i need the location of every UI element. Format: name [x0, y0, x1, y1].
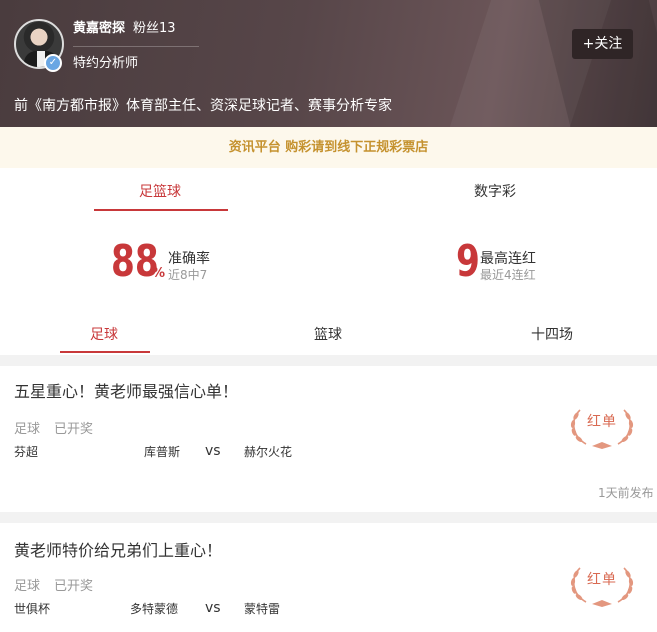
card-sport: 足球: [14, 422, 41, 437]
tab-digital-lottery[interactable]: 数字彩: [474, 181, 516, 201]
home-team: 库普斯: [144, 445, 181, 459]
active-sport-indicator: [60, 351, 150, 353]
vs-label: vs: [205, 443, 221, 459]
analyst-role: 特约分析师: [73, 56, 139, 71]
card-title[interactable]: 五星重心！黄老师最强信心单！: [14, 378, 238, 402]
match-league: 世俱杯: [14, 602, 51, 616]
red-order-badge: 红单: [587, 572, 617, 588]
notice-banner: 资讯平台 购彩请到线下正规彩票店: [0, 127, 657, 168]
streak-label: 最高连红: [480, 251, 536, 267]
away-team: 赫尔火花: [244, 445, 293, 459]
section-gap: [0, 512, 657, 523]
active-tab-indicator: [94, 209, 228, 211]
red-order-badge: 红单: [587, 414, 617, 430]
analyst-name: 黄嘉密探: [73, 21, 126, 36]
verified-badge-icon: ✓: [44, 54, 62, 72]
analyst-intro: 前《南方都市报》体育部主任、资深足球记者、赛事分析专家: [14, 98, 392, 114]
card-sport: 足球: [14, 579, 41, 594]
publish-time: 1天前发布: [598, 486, 654, 500]
accuracy-sub: 近8中7: [168, 268, 208, 282]
vs-label: vs: [205, 600, 221, 616]
profile-header: ✓ 黄嘉密探 粉丝13 特约分析师 +关注 前《南方都市报》体育部主任、资深足球…: [0, 0, 657, 127]
match-league: 芬超: [14, 445, 39, 459]
card-title[interactable]: 黄老师特价给兄弟们上重心！: [14, 537, 222, 561]
tab-basketball[interactable]: 篮球: [314, 324, 342, 344]
follow-button[interactable]: +关注: [572, 29, 633, 59]
streak-value: 9: [456, 236, 480, 287]
streak-sub: 最近4连红: [480, 268, 536, 282]
tab-football-basketball[interactable]: 足篮球: [139, 181, 181, 201]
accuracy-label: 准确率: [168, 251, 210, 267]
accuracy-unit: %: [152, 266, 166, 281]
tab-fourteen-matches[interactable]: 十四场: [531, 324, 573, 344]
home-team: 多特蒙德: [130, 602, 179, 616]
card-status: 已开奖: [54, 422, 94, 437]
card-status: 已开奖: [54, 579, 94, 594]
tab-football[interactable]: 足球: [90, 324, 118, 344]
divider: [73, 46, 199, 47]
away-team: 蒙特雷: [244, 602, 281, 616]
fans-count: 粉丝13: [133, 21, 176, 36]
section-gap: [0, 355, 657, 366]
